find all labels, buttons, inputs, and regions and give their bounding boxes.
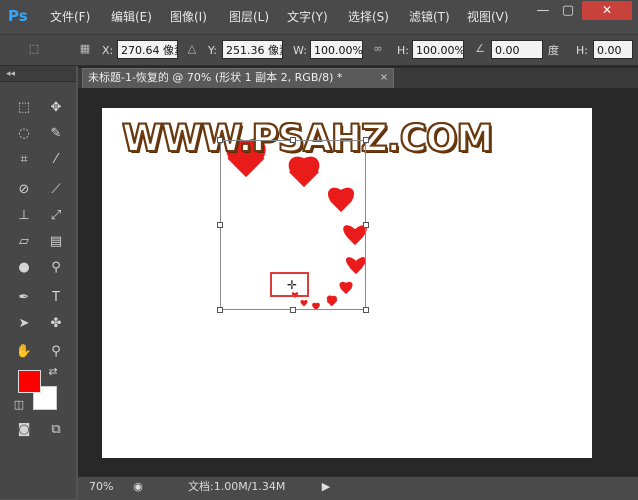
eyedropper-tool-icon[interactable]: ⁄ [45,150,67,170]
reference-point-crosshair-icon[interactable]: ✛ [286,279,298,291]
foreground-color-swatch[interactable] [18,370,41,393]
default-colors-icon[interactable]: ◫ [12,398,26,412]
quick-selection-tool-icon[interactable]: ✎ [45,124,67,144]
path-selection-tool-icon[interactable]: ➤ [13,314,35,334]
rotate-angle-icon: ∠ [475,42,485,55]
type-tool-icon[interactable]: T [45,288,67,308]
clone-stamp-tool-icon[interactable]: ⊥ [13,206,35,226]
document-tab-title: 未标题-1-恢复的 @ 70% (形状 1 副本 2, RGB/8) * [88,71,343,84]
swap-colors-icon[interactable]: ⇄ [45,365,61,379]
document-tab-close-icon[interactable]: × [378,71,390,85]
healing-brush-tool-icon[interactable]: ⊘ [13,180,35,200]
transform-handle-bottom[interactable] [290,307,296,313]
status-bar [78,476,638,500]
zoom-level[interactable]: 70% [89,480,113,494]
horizontal-skew-field[interactable]: 0.00 [593,40,633,59]
crop-tool-icon[interactable]: ⌗ [13,150,35,170]
height-label: H: [397,44,409,57]
transform-tool-icon[interactable]: ⬚ [26,42,42,56]
width-field[interactable]: 100.00% [310,40,363,59]
gradient-tool-icon[interactable]: ▤ [45,232,67,252]
eraser-tool-icon[interactable]: ▱ [13,232,35,252]
relative-position-icon[interactable]: △ [184,42,200,56]
angle-unit-label: 度 [548,44,559,57]
status-menu-arrow-icon[interactable]: ▶ [320,480,332,494]
custom-shape-tool-icon[interactable]: ✤ [45,314,67,334]
transform-handle-left[interactable] [217,222,223,228]
menu-edit[interactable]: 编辑(E) [111,9,152,25]
close-button[interactable]: ✕ [582,1,632,20]
blur-tool-icon[interactable]: ● [13,258,35,278]
menu-image[interactable]: 图像(I) [170,9,207,25]
y-label: Y: [208,44,217,57]
height-field[interactable]: 100.00% [412,40,464,59]
transform-handle-bottom-left[interactable] [217,307,223,313]
menu-layer[interactable]: 图层(L) [229,9,269,25]
menu-filter[interactable]: 滤镜(T) [409,9,450,25]
transform-handle-top[interactable] [290,137,296,143]
photoshop-logo: Ps [8,7,28,25]
quick-mask-icon[interactable]: ◙ [13,420,35,440]
reference-point-grid-icon[interactable]: ▦ [76,42,94,56]
restore-button[interactable]: ▢ [558,3,578,19]
x-label: X: [102,44,114,57]
horizontal-skew-label: H: [576,44,588,57]
toolbox-collapse-button[interactable]: ◂◂ [0,66,76,82]
x-position-field[interactable]: 270.64 像素 [117,40,178,59]
dodge-tool-icon[interactable]: ⚲ [45,258,67,278]
screen-mode-icon[interactable]: ⧉ [45,420,67,440]
width-label: W: [293,44,307,57]
status-info-icon[interactable]: ◉ [131,480,145,494]
menu-file[interactable]: 文件(F) [50,9,90,25]
menu-select[interactable]: 选择(S) [348,9,389,25]
transform-handle-right[interactable] [363,222,369,228]
history-brush-tool-icon[interactable]: ⤢ [45,206,67,226]
brush-tool-icon[interactable]: ⟋ [45,180,67,200]
menu-type[interactable]: 文字(Y) [287,9,328,25]
link-icon[interactable]: ∞ [370,42,386,56]
transform-handle-top-right[interactable] [363,137,369,143]
menu-view[interactable]: 视图(V) [467,9,509,25]
transform-handle-top-left[interactable] [217,137,223,143]
zoom-tool-icon[interactable]: ⚲ [45,342,67,362]
marquee-tool-icon[interactable]: ⬚ [13,98,35,118]
lasso-tool-icon[interactable]: ◌ [13,124,35,144]
y-position-field[interactable]: 251.36 像素 [222,40,283,59]
minimize-button[interactable]: — [533,3,553,19]
pen-tool-icon[interactable]: ✒ [13,288,35,308]
hand-tool-icon[interactable]: ✋ [13,342,35,362]
angle-field[interactable]: 0.00 [491,40,543,59]
transform-handle-bottom-right[interactable] [363,307,369,313]
document-size-info: 文档:1.00M/1.34M [188,480,286,493]
move-tool-icon[interactable]: ✥ [45,98,67,118]
